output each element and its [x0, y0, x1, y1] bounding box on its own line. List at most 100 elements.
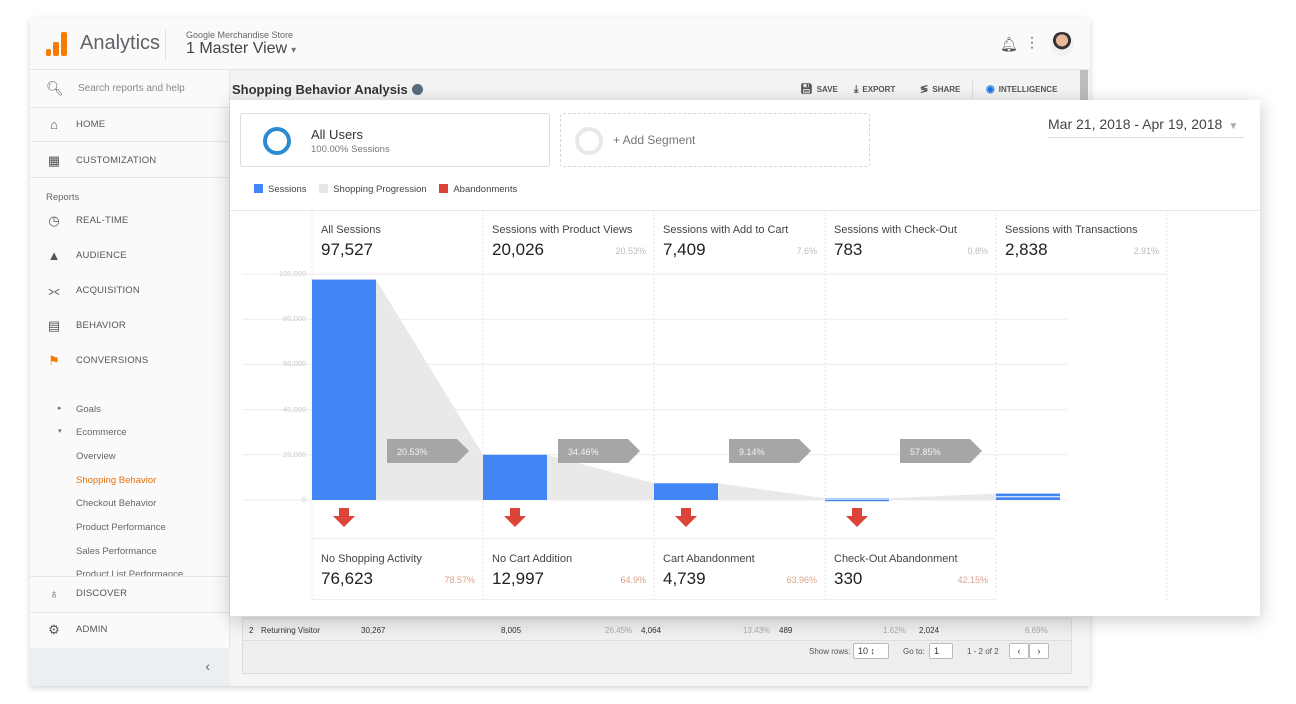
row-transactions-pct: 6.69%: [1025, 626, 1048, 635]
avatar[interactable]: [1050, 32, 1074, 56]
page-title-text: Shopping Behavior Analysis: [232, 82, 408, 97]
sidebar-item-overview[interactable]: Overview: [76, 451, 116, 462]
sidebar-item-acquisition[interactable]: ⪥ ACQUISITION: [30, 274, 230, 308]
funnel-stage[interactable]: All Sessions 97,527: [312, 210, 483, 274]
next-page-button[interactable]: ›: [1029, 643, 1049, 659]
export-label: EXPORT: [862, 85, 896, 94]
y-tick-label: 80,000: [283, 314, 306, 324]
share-label: SHARE: [932, 85, 961, 94]
sidebar: 🔍︎ Search reports and help ⌂ HOME ▦ CUST…: [30, 70, 230, 686]
sidebar-item-conversions[interactable]: ⚑ CONVERSIONS: [30, 344, 230, 378]
legend-shopping-progression: Shopping Progression: [319, 184, 427, 195]
share-button[interactable]: ≶ SHARE: [920, 84, 960, 95]
collapse-icon[interactable]: ▾: [58, 427, 62, 435]
sidebar-item-goals[interactable]: Goals: [76, 404, 101, 415]
table-row[interactable]: 2 Returning Visitor 30,267 8,005 26.45% …: [243, 619, 1071, 641]
sidebar-item-ecommerce[interactable]: Ecommerce: [76, 427, 127, 438]
analytics-logo-icon[interactable]: [46, 32, 68, 56]
home-icon: ⌂: [50, 117, 58, 132]
abandonment-arrow-icon: [504, 508, 526, 527]
segment-all-users[interactable]: All Users 100.00% Sessions: [240, 113, 550, 167]
behavior-icon: ▤: [47, 318, 61, 333]
sidebar-item-real-time[interactable]: ◷ REAL-TIME: [30, 204, 230, 238]
segment-detail: 100.00% Sessions: [311, 144, 390, 155]
sidebar-item-behavior[interactable]: ▤ BEHAVIOR: [30, 309, 230, 343]
expand-icon[interactable]: ▸: [58, 404, 62, 412]
funnel-stage[interactable]: Sessions with Check-Out 783 0.8%: [825, 210, 996, 274]
save-button[interactable]: 💾︎ SAVE: [800, 84, 838, 95]
more-vert-icon[interactable]: ⋮: [1025, 34, 1039, 51]
legend-abandonments: Abandonments: [439, 184, 517, 195]
show-rows-select[interactable]: 10 ↕: [853, 643, 889, 659]
row-segment: Returning Visitor: [261, 626, 320, 635]
search-reports[interactable]: 🔍︎ Search reports and help: [30, 70, 230, 108]
stage-value: 2,838: [1005, 240, 1048, 259]
export-button[interactable]: ⤓ EXPORT: [854, 84, 895, 95]
stage-pct: 2.91%: [1133, 246, 1159, 256]
show-rows-label: Show rows:: [809, 647, 851, 656]
session-bar: [654, 483, 718, 500]
collapse-sidebar-button[interactable]: ‹: [30, 648, 230, 686]
sidebar-item-admin[interactable]: ⚙ ADMIN: [30, 612, 230, 646]
sidebar-item-sales-performance[interactable]: Sales Performance: [76, 546, 157, 557]
stage-pct: 7.6%: [796, 246, 817, 256]
intelligence-button[interactable]: ◉ INTELLIGENCE: [986, 84, 1057, 95]
view-name: 1 Master View: [186, 40, 288, 57]
sidebar-item-label: BEHAVIOR: [76, 320, 126, 331]
reports-heading: Reports: [46, 192, 80, 203]
row-checkout: 489: [779, 626, 793, 635]
abandonment-box[interactable]: No Cart Addition 12,997 64.9%: [483, 538, 654, 600]
intelligence-label: INTELLIGENCE: [998, 85, 1058, 94]
sidebar-item-label: CONVERSIONS: [76, 355, 149, 366]
stage-label: Sessions with Transactions: [1005, 224, 1138, 236]
funnel-stage[interactable]: Sessions with Product Views 20,026 20.53%: [483, 210, 654, 274]
sidebar-item-label: DISCOVER: [76, 588, 128, 599]
row-index: 2: [249, 626, 254, 635]
sidebar-item-discover[interactable]: ♁ DISCOVER: [30, 576, 230, 610]
sidebar-item-audience[interactable]: ▲ AUDIENCE: [30, 239, 230, 273]
abandonment-box[interactable]: Check-Out Abandonment 330 42.15%: [825, 538, 996, 600]
download-icon: ⤓: [854, 84, 859, 95]
sidebar-item-checkout-behavior[interactable]: Checkout Behavior: [76, 498, 156, 509]
abandonment-value: 76,623: [321, 569, 373, 588]
row-product-views: 8,005: [501, 626, 522, 635]
abandonment-label: Check-Out Abandonment: [834, 553, 958, 565]
funnel-stage[interactable]: Sessions with Add to Cart 7,409 7.6%: [654, 210, 825, 274]
abandonment-pct: 63.96%: [786, 575, 817, 585]
sidebar-item-shopping-behavior[interactable]: Shopping Behavior: [76, 475, 156, 486]
share-icon: ≶: [920, 84, 929, 95]
conversion-rate-label: 57.85%: [910, 447, 941, 457]
gear-icon: ⚙: [48, 622, 60, 637]
intelligence-icon: ◉: [986, 84, 995, 95]
row-sessions: 30,267: [361, 626, 386, 635]
sidebar-item-label: REAL-TIME: [76, 215, 129, 226]
abandonment-pct: 42.15%: [957, 575, 988, 585]
abandonment-box[interactable]: No Shopping Activity 76,623 78.57%: [312, 538, 483, 600]
goto-label: Go to:: [903, 647, 925, 656]
goto-input[interactable]: 1: [929, 643, 953, 659]
verified-shield-icon: [411, 84, 423, 95]
sidebar-item-product-performance[interactable]: Product Performance: [76, 522, 166, 533]
progression-area: [718, 483, 825, 500]
sidebar-item-home[interactable]: ⌂ HOME: [30, 108, 230, 142]
funnel-stage[interactable]: Sessions with Transactions 2,838 2.91%: [996, 210, 1167, 274]
abandonment-box[interactable]: Cart Abandonment 4,739 63.96%: [654, 538, 825, 600]
divider: [972, 80, 973, 98]
view-selector[interactable]: 1 Master View ▾: [186, 40, 296, 58]
search-input[interactable]: Search reports and help: [78, 83, 185, 94]
save-icon: 💾︎: [800, 84, 813, 95]
sidebar-item-customization[interactable]: ▦ CUSTOMIZATION: [30, 144, 230, 178]
row-product-views-pct: 26.45%: [605, 626, 633, 635]
bell-icon[interactable]: 🔔︎: [1000, 36, 1018, 53]
legend-label: Abandonments: [453, 184, 518, 195]
stage-value: 20,026: [492, 240, 544, 259]
row-checkout-pct: 1.62%: [883, 626, 906, 635]
legend-swatch: [254, 184, 263, 193]
chevron-down-icon: ▼: [1228, 121, 1239, 132]
lightbulb-icon: ♁: [49, 586, 59, 601]
abandonment-label: Cart Abandonment: [663, 553, 755, 565]
prev-page-button[interactable]: ‹: [1009, 643, 1029, 659]
date-range-picker[interactable]: Mar 21, 2018 - Apr 19, 2018 ▼: [1048, 116, 1244, 138]
account-name[interactable]: Google Merchandise Store: [186, 30, 293, 40]
add-segment-button[interactable]: + Add Segment: [560, 113, 870, 167]
